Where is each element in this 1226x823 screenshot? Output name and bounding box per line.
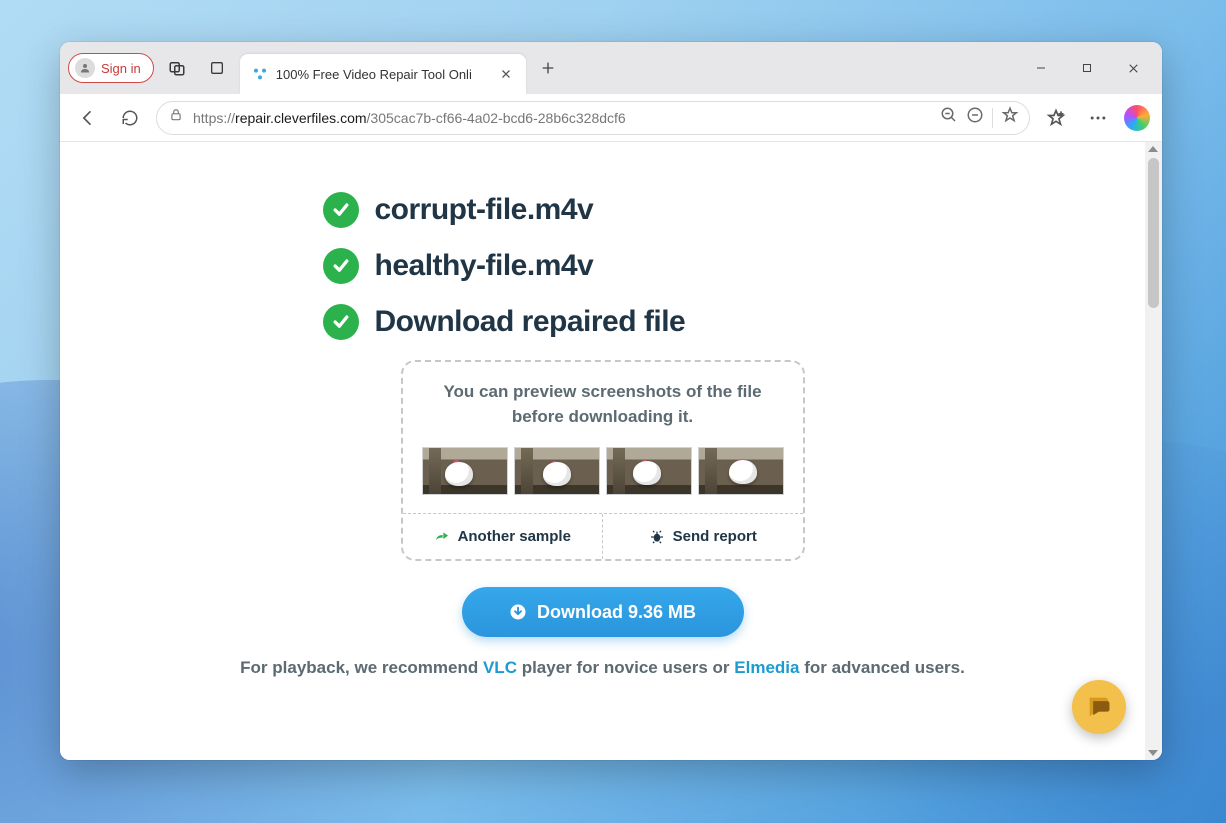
preview-thumbnail[interactable] <box>698 447 784 495</box>
step-corrupt-file: corrupt-file.m4v <box>323 192 883 228</box>
download-button[interactable]: Download 9.36 MB <box>462 587 744 637</box>
tab-close-button[interactable] <box>496 64 516 84</box>
step-title: corrupt-file.m4v <box>375 193 594 227</box>
step-list: corrupt-file.m4v healthy-file.m4v Downlo… <box>323 192 883 340</box>
separator <box>992 108 993 128</box>
browser-toolbar: https://repair.cleverfiles.com/305cac7b-… <box>60 94 1162 142</box>
maximize-button[interactable] <box>1064 49 1110 87</box>
check-icon <box>323 248 359 284</box>
step-healthy-file: healthy-file.m4v <box>323 248 883 284</box>
browser-window: Sign in 100% Free Video Repair Tool Onli <box>60 42 1162 760</box>
avatar-icon <box>75 58 95 78</box>
sign-in-button[interactable]: Sign in <box>68 53 154 83</box>
address-bar-actions <box>940 106 1019 129</box>
url-text: https://repair.cleverfiles.com/305cac7b-… <box>193 110 930 126</box>
another-sample-button[interactable]: Another sample <box>403 514 603 559</box>
recommend-mid: player for novice users or <box>517 658 734 677</box>
favorite-icon[interactable] <box>1001 106 1019 129</box>
favorites-button[interactable] <box>1040 102 1072 134</box>
sign-in-label: Sign in <box>101 61 141 76</box>
workspaces-button[interactable] <box>160 51 194 85</box>
scrollbar[interactable] <box>1145 142 1162 760</box>
another-sample-label: Another sample <box>458 528 571 545</box>
new-tab-button[interactable] <box>532 52 564 84</box>
tab-strip: Sign in 100% Free Video Repair Tool Onli <box>60 42 1162 94</box>
favicon-icon <box>252 66 268 82</box>
zoom-out-icon[interactable] <box>940 106 958 129</box>
download-label: Download 9.36 MB <box>537 602 696 623</box>
back-button[interactable] <box>72 102 104 134</box>
send-report-label: Send report <box>673 528 757 545</box>
preview-thumbnail[interactable] <box>514 447 600 495</box>
step-title: healthy-file.m4v <box>375 249 594 283</box>
url-host: repair.cleverfiles.com <box>235 110 367 126</box>
send-report-button[interactable]: Send report <box>602 514 803 559</box>
recommend-post: for advanced users. <box>799 658 964 677</box>
vlc-link[interactable]: VLC <box>483 658 517 677</box>
page-viewport: corrupt-file.m4v healthy-file.m4v Downlo… <box>60 142 1162 760</box>
close-window-button[interactable] <box>1110 49 1156 87</box>
elmedia-link[interactable]: Elmedia <box>734 658 799 677</box>
window-controls <box>1018 49 1156 87</box>
chat-button[interactable] <box>1072 680 1126 734</box>
preview-thumbnails <box>421 447 785 495</box>
menu-button[interactable] <box>1082 102 1114 134</box>
preview-thumbnail[interactable] <box>422 447 508 495</box>
check-icon <box>323 304 359 340</box>
check-icon <box>323 192 359 228</box>
page-content: corrupt-file.m4v healthy-file.m4v Downlo… <box>60 142 1145 760</box>
refresh-button[interactable] <box>114 102 146 134</box>
step-title: Download repaired file <box>375 305 686 339</box>
minimize-button[interactable] <box>1018 49 1064 87</box>
step-download: Download repaired file <box>323 304 883 340</box>
url-scheme: https:// <box>193 110 235 126</box>
tab-title: 100% Free Video Repair Tool Onli <box>276 67 488 82</box>
preview-box: You can preview screenshots of the file … <box>401 360 805 561</box>
preview-thumbnail[interactable] <box>606 447 692 495</box>
scrollbar-thumb[interactable] <box>1148 158 1159 308</box>
tab-actions-button[interactable] <box>200 51 234 85</box>
reader-mode-icon[interactable] <box>966 106 984 129</box>
preview-actions: Another sample Send report <box>403 513 803 559</box>
browser-tab[interactable]: 100% Free Video Repair Tool Onli <box>240 54 526 94</box>
url-path: /305cac7b-cf66-4a02-bcd6-28b6c328dcf6 <box>367 110 626 126</box>
recommend-pre: For playback, we recommend <box>240 658 483 677</box>
lock-icon <box>169 108 183 127</box>
address-bar[interactable]: https://repair.cleverfiles.com/305cac7b-… <box>156 101 1030 135</box>
preview-text: You can preview screenshots of the file … <box>421 380 785 429</box>
recommend-text: For playback, we recommend VLC player fo… <box>100 655 1105 681</box>
copilot-button[interactable] <box>1124 105 1150 131</box>
